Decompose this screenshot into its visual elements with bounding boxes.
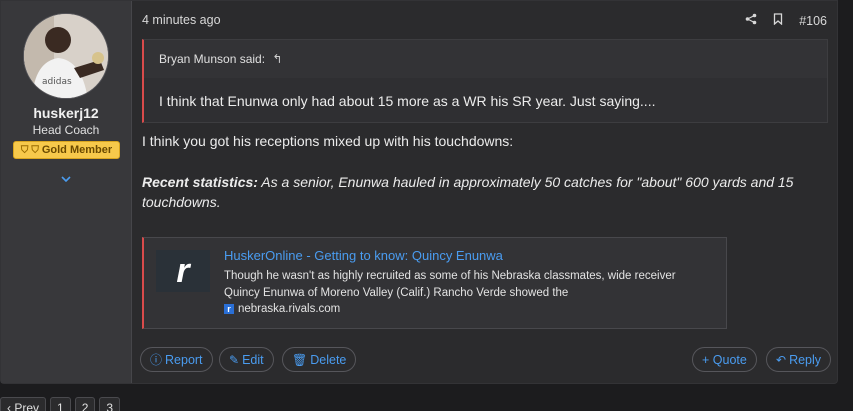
page-3[interactable]: 3 (99, 397, 121, 411)
avatar[interactable]: adidas (23, 13, 109, 99)
quote-block: Bryan Munson said: ↰ I think that Enunwa… (142, 39, 828, 123)
post-timestamp[interactable]: 4 minutes ago (142, 13, 221, 27)
stats-label: Recent statistics: (142, 174, 258, 190)
message-line: I think you got his receptions mixed up … (142, 133, 514, 149)
pencil-icon: ✎ (229, 352, 240, 367)
undo-arrow-icon[interactable]: ↰ (272, 52, 282, 66)
rivals-logo: r (156, 250, 210, 292)
message-stats: Recent statistics: As a senior, Enunwa h… (142, 172, 822, 212)
shield-icon-2: ⛉ (31, 144, 39, 156)
reply-label: Reply (789, 352, 822, 367)
badge-label: Gold Member (41, 144, 113, 156)
share-icon[interactable] (745, 13, 757, 28)
link-preview-title[interactable]: HuskerOnline - Getting to know: Quincy E… (224, 248, 503, 263)
member-badge: ⛉ ⛉ Gold Member (13, 141, 120, 159)
user-title: Head Coach (32, 123, 100, 137)
shield-icon: ⛉ (20, 144, 29, 156)
edit-label: Edit (242, 352, 264, 367)
delete-button[interactable]: 🗑 Delete (282, 347, 357, 372)
logo-letter: r (176, 251, 190, 290)
bookmark-icon[interactable] (773, 13, 783, 28)
report-button[interactable]: ⓘ Report (140, 347, 213, 372)
link-preview-domain[interactable]: r nebraska.rivals.com (224, 303, 340, 315)
user-info-column: adidas huskerj12 Head Coach ⛉ ⛉ Gold Mem… (1, 1, 132, 383)
post-number[interactable]: #106 (799, 14, 827, 28)
favicon-icon: r (224, 304, 234, 314)
pagination: ‹ Prev 1 2 3 (0, 397, 121, 411)
avatar-image: adidas (24, 14, 108, 98)
quote-label: + Quote (702, 352, 747, 367)
reply-arrow-icon: ↶ (776, 352, 787, 367)
link-preview[interactable]: r HuskerOnline - Getting to know: Quincy… (142, 237, 727, 329)
trash-icon: 🗑 (292, 352, 308, 367)
page-1[interactable]: 1 (50, 397, 71, 411)
edit-button[interactable]: ✎ Edit (219, 347, 274, 372)
domain-text: nebraska.rivals.com (238, 303, 341, 315)
chevron-down-icon[interactable] (1, 171, 131, 185)
link-preview-description: Though he wasn't as highly recruited as … (224, 270, 676, 299)
post-header-actions: #106 (745, 13, 827, 28)
username[interactable]: huskerj12 (1, 105, 131, 121)
prev-button[interactable]: ‹ Prev (0, 397, 47, 411)
quote-button[interactable]: + Quote (692, 347, 757, 372)
post-main: 4 minutes ago #106 Bryan Munson said: ↰ … (132, 1, 837, 383)
reply-button[interactable]: ↶ Reply (766, 347, 832, 372)
chevron-left-icon: ‹ (7, 401, 11, 411)
delete-label: Delete (310, 352, 347, 367)
prev-label: Prev (14, 401, 40, 411)
avatar-shirt-text: adidas (42, 77, 72, 87)
report-label: Report (165, 352, 203, 367)
forum-post: adidas huskerj12 Head Coach ⛉ ⛉ Gold Mem… (0, 0, 838, 384)
page-2[interactable]: 2 (74, 397, 96, 411)
quote-header[interactable]: Bryan Munson said: ↰ (144, 40, 827, 78)
info-icon: ⓘ (150, 353, 163, 367)
quote-author: Bryan Munson said: (159, 52, 266, 66)
quote-text: I think that Enunwa only had about 15 mo… (159, 93, 656, 109)
